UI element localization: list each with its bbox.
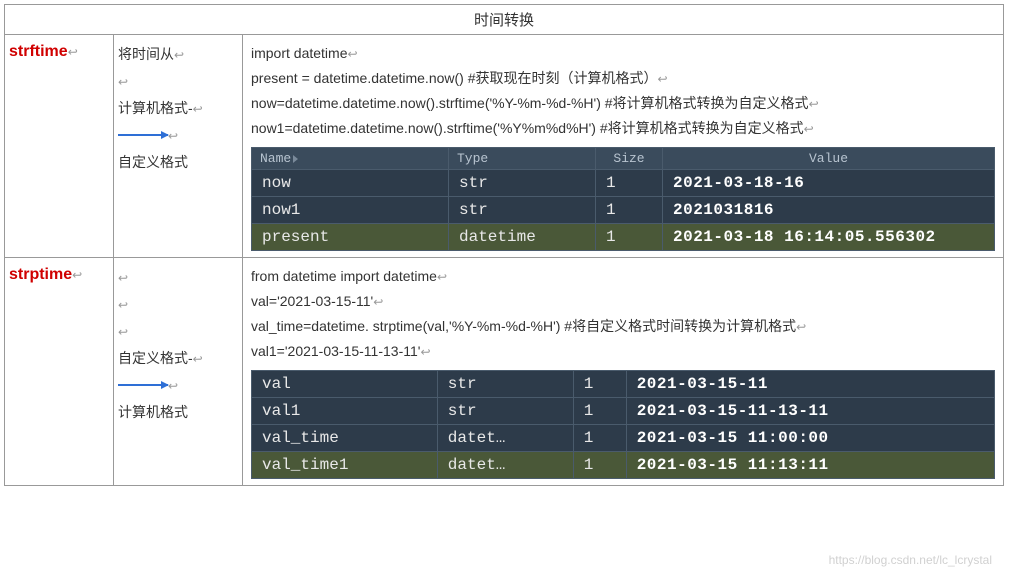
desc-text: 将时间从 [118, 46, 174, 62]
var-value: 2021031816 [663, 197, 995, 224]
var-header-name: Name [252, 148, 449, 170]
code-line: val='2021-03-15-11' [251, 293, 373, 309]
arrow-icon [118, 134, 168, 136]
desc-cell-strftime: 将时间从↩ ↩ 计算机格式-↩ ↩ 自定义格式 [114, 35, 243, 258]
code-line: present = datetime.datetime.now() #获取现在时… [251, 70, 658, 86]
var-size: 1 [596, 224, 663, 251]
sort-icon [293, 155, 298, 163]
watermark: https://blog.csdn.net/lc_lcrystal [829, 553, 992, 567]
var-value: 2021-03-18-16 [663, 170, 995, 197]
desc-text: 自定义格式 [118, 154, 188, 170]
var-type: str [437, 371, 573, 398]
code-line: val1='2021-03-15-11-13-11' [251, 343, 420, 359]
var-value: 2021-03-15-11 [626, 371, 994, 398]
var-header-type: Type [449, 148, 596, 170]
code-line: val_time=datetime. strptime(val,'%Y-%m-%… [251, 318, 796, 334]
code-line: import datetime [251, 45, 347, 61]
var-name: val_time1 [252, 452, 438, 479]
code-cell-strptime: from datetime import datetime↩ val='2021… [243, 258, 1004, 486]
desc-cell-strptime: ↩ ↩ ↩ 自定义格式-↩ ↩ 计算机格式 [114, 258, 243, 486]
desc-text: 自定义格式- [118, 350, 193, 366]
var-type: str [437, 398, 573, 425]
function-name: strftime [9, 43, 68, 60]
var-name: val1 [252, 398, 438, 425]
var-size: 1 [573, 452, 626, 479]
table-row: valstr12021-03-15-11 [252, 371, 995, 398]
var-header-value: Value [663, 148, 995, 170]
table-row: val_time1datet…12021-03-15 11:13:11 [252, 452, 995, 479]
table-row: val1str12021-03-15-11-13-11 [252, 398, 995, 425]
var-name: val [252, 371, 438, 398]
table-row: val_timedatet…12021-03-15 11:00:00 [252, 425, 995, 452]
variable-inspector-table: Name Type Size Value nowstr12021-03-18-1… [251, 147, 995, 251]
func-cell-strptime: strptime↩ [5, 258, 114, 486]
table-title: 时间转换 [5, 5, 1004, 35]
code-cell-strftime: import datetime↩ present = datetime.date… [243, 35, 1004, 258]
var-size: 1 [573, 371, 626, 398]
var-size: 1 [573, 398, 626, 425]
var-size: 1 [596, 197, 663, 224]
variable-inspector-table: valstr12021-03-15-11val1str12021-03-15-1… [251, 370, 995, 479]
var-type: datetime [449, 224, 596, 251]
table-row: presentdatetime12021-03-18 16:14:05.5563… [252, 224, 995, 251]
code-line: from datetime import datetime [251, 268, 437, 284]
var-name: present [252, 224, 449, 251]
var-type: datet… [437, 452, 573, 479]
var-size: 1 [573, 425, 626, 452]
table-row: now1str12021031816 [252, 197, 995, 224]
var-value: 2021-03-18 16:14:05.556302 [663, 224, 995, 251]
var-type: datet… [437, 425, 573, 452]
var-value: 2021-03-15 11:13:11 [626, 452, 994, 479]
var-value: 2021-03-15 11:00:00 [626, 425, 994, 452]
arrow-icon [118, 384, 168, 386]
code-line: now1=datetime.datetime.now().strftime('%… [251, 120, 804, 136]
var-name: val_time [252, 425, 438, 452]
desc-text: 计算机格式- [118, 100, 193, 116]
var-header-size: Size [596, 148, 663, 170]
var-name: now1 [252, 197, 449, 224]
desc-text: 计算机格式 [118, 404, 188, 420]
var-type: str [449, 197, 596, 224]
var-value: 2021-03-15-11-13-11 [626, 398, 994, 425]
table-row: nowstr12021-03-18-16 [252, 170, 995, 197]
var-size: 1 [596, 170, 663, 197]
time-conversion-table: 时间转换 strftime↩ 将时间从↩ ↩ 计算机格式-↩ ↩ 自定义格式 i… [4, 4, 1004, 486]
code-line: now=datetime.datetime.now().strftime('%Y… [251, 95, 809, 111]
function-name: strptime [9, 266, 72, 283]
func-cell-strftime: strftime↩ [5, 35, 114, 258]
var-type: str [449, 170, 596, 197]
var-name: now [252, 170, 449, 197]
